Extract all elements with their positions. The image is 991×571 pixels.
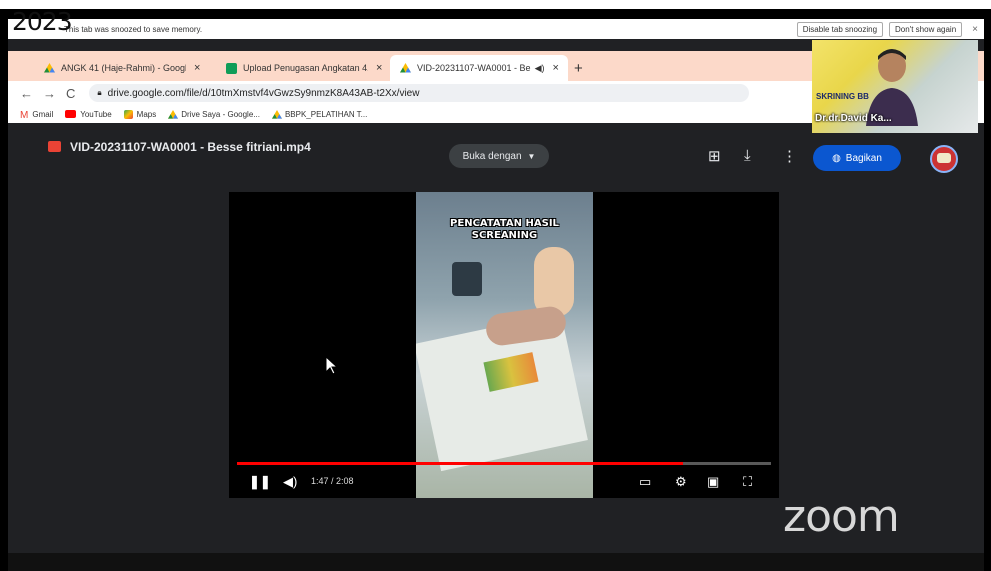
close-icon[interactable]: × xyxy=(553,62,559,74)
reload-icon[interactable]: C xyxy=(66,86,75,101)
google-drive-icon xyxy=(271,109,282,119)
bottom-strip xyxy=(8,553,984,571)
year-overlay: 2023 xyxy=(12,7,73,36)
zoom-logo: zoom xyxy=(783,491,900,542)
file-title: VID-20231107-WA0001 - Besse fitriani.mp4 xyxy=(70,140,311,154)
tab-upload-penugasan[interactable]: Upload Penugasan Angkatan 41 × xyxy=(216,55,390,81)
add-to-drive-icon[interactable]: ⊞ xyxy=(708,147,721,165)
bookmark-label: Gmail xyxy=(32,109,54,119)
close-icon[interactable]: × xyxy=(194,62,200,74)
address-bar[interactable]: 🔒︎ drive.google.com/file/d/10tmXmstvf4vG… xyxy=(89,84,750,102)
settings-gear-icon[interactable]: ⚙ xyxy=(675,474,687,490)
banner-text: SKRINING BB xyxy=(816,92,869,101)
video-frame: PENCATATAN HASIL SCREANING xyxy=(416,192,593,498)
youtube-icon xyxy=(65,110,77,118)
gmail-icon: M xyxy=(20,109,29,121)
video-file-icon xyxy=(48,141,61,152)
video-player[interactable]: PENCATATAN HASIL SCREANING ❚❚ ◀) 1:47 / … xyxy=(229,192,779,498)
new-tab-button[interactable]: + xyxy=(574,55,583,81)
bookmark-gmail[interactable]: M Gmail xyxy=(20,109,54,121)
tab-snooze-bar: This tab was snoozed to save memory. Dis… xyxy=(8,19,984,39)
seek-bar-played xyxy=(237,462,684,465)
fullscreen-icon[interactable]: ⛶ xyxy=(743,474,752,490)
tab-label: Upload Penugasan Angkatan 41 xyxy=(243,63,368,73)
presenter-name: Dr.dr.David Ka... xyxy=(815,113,892,124)
bookmark-bbpk[interactable]: BBPK_PELATIHAN T... xyxy=(271,109,368,119)
tab-angk41[interactable]: ANGK 41 (Haje-Rahmi) - Google × xyxy=(34,55,214,81)
google-drive-icon xyxy=(44,62,55,74)
caption-line-2: SCREANING xyxy=(471,230,538,241)
bookmark-label: BBPK_PELATIHAN T... xyxy=(284,109,368,119)
share-label: Bagikan xyxy=(845,152,882,164)
presenter-video-tile[interactable]: SKRINING BB Dr.dr.David Ka... xyxy=(812,40,978,133)
caret-down-icon: ▼ xyxy=(527,151,536,161)
mouse-cursor-icon xyxy=(325,355,339,380)
dont-show-again-button[interactable]: Don't show again xyxy=(889,21,963,37)
share-button[interactable]: ◍ Bagikan xyxy=(813,145,901,171)
more-options-icon[interactable]: ⋮ xyxy=(782,147,797,165)
miniplayer-icon[interactable]: ▣ xyxy=(707,474,719,490)
open-with-label: Buka dengan xyxy=(462,150,522,162)
back-icon[interactable]: ← xyxy=(20,86,33,101)
tab-label: ANGK 41 (Haje-Rahmi) - Google xyxy=(61,63,186,73)
close-icon[interactable]: × xyxy=(376,62,382,74)
seek-bar[interactable] xyxy=(237,462,771,465)
player-controls: ❚❚ ◀) 1:47 / 2:08 ▭ ⚙ ▣ ⛶ xyxy=(229,466,779,498)
bookmark-youtube[interactable]: YouTube xyxy=(65,109,112,119)
lock-icon: 🔒︎ xyxy=(97,88,102,97)
video-caption: PENCATATAN HASIL SCREANING xyxy=(416,218,593,242)
bp-monitor-image xyxy=(452,262,482,296)
google-drive-icon xyxy=(168,109,179,119)
volume-icon[interactable]: ◀) xyxy=(283,474,297,490)
bookmark-label: Drive Saya - Google... xyxy=(181,109,260,119)
caption-line-1: PENCATATAN HASIL xyxy=(450,218,559,229)
forward-icon[interactable]: → xyxy=(43,86,56,101)
close-icon[interactable]: × xyxy=(972,24,978,35)
download-icon[interactable]: ⤓ xyxy=(744,147,751,164)
open-with-button[interactable]: Buka dengan ▼ xyxy=(449,144,549,168)
speaker-icon: ◀) xyxy=(534,62,545,73)
bookmark-drive-saya[interactable]: Drive Saya - Google... xyxy=(168,109,260,119)
tab-video-active[interactable]: VID-20231107-WA0001 - Be ◀) × xyxy=(390,55,568,81)
url-text: drive.google.com/file/d/10tmXmstvf4vGwzS… xyxy=(107,87,420,99)
globe-icon: ◍ xyxy=(832,152,841,164)
snooze-actions: Disable tab snoozing Don't show again × xyxy=(796,21,978,37)
avatar[interactable] xyxy=(930,145,958,173)
google-drive-icon xyxy=(400,62,411,74)
bookmark-label: YouTube xyxy=(80,109,112,119)
tab-label: VID-20231107-WA0001 - Be xyxy=(417,63,531,73)
pause-icon[interactable]: ❚❚ xyxy=(249,474,271,490)
bookmark-maps[interactable]: Maps xyxy=(123,109,157,119)
captions-icon[interactable]: ▭ xyxy=(639,474,651,490)
plus-icon: + xyxy=(574,59,583,77)
time-display: 1:47 / 2:08 xyxy=(311,476,354,486)
snooze-message: This tab was snoozed to save memory. xyxy=(64,24,203,34)
google-sheets-icon xyxy=(226,62,237,74)
maps-icon xyxy=(123,109,133,119)
disable-snoozing-button[interactable]: Disable tab snoozing xyxy=(796,21,884,37)
bookmark-label: Maps xyxy=(136,109,157,119)
